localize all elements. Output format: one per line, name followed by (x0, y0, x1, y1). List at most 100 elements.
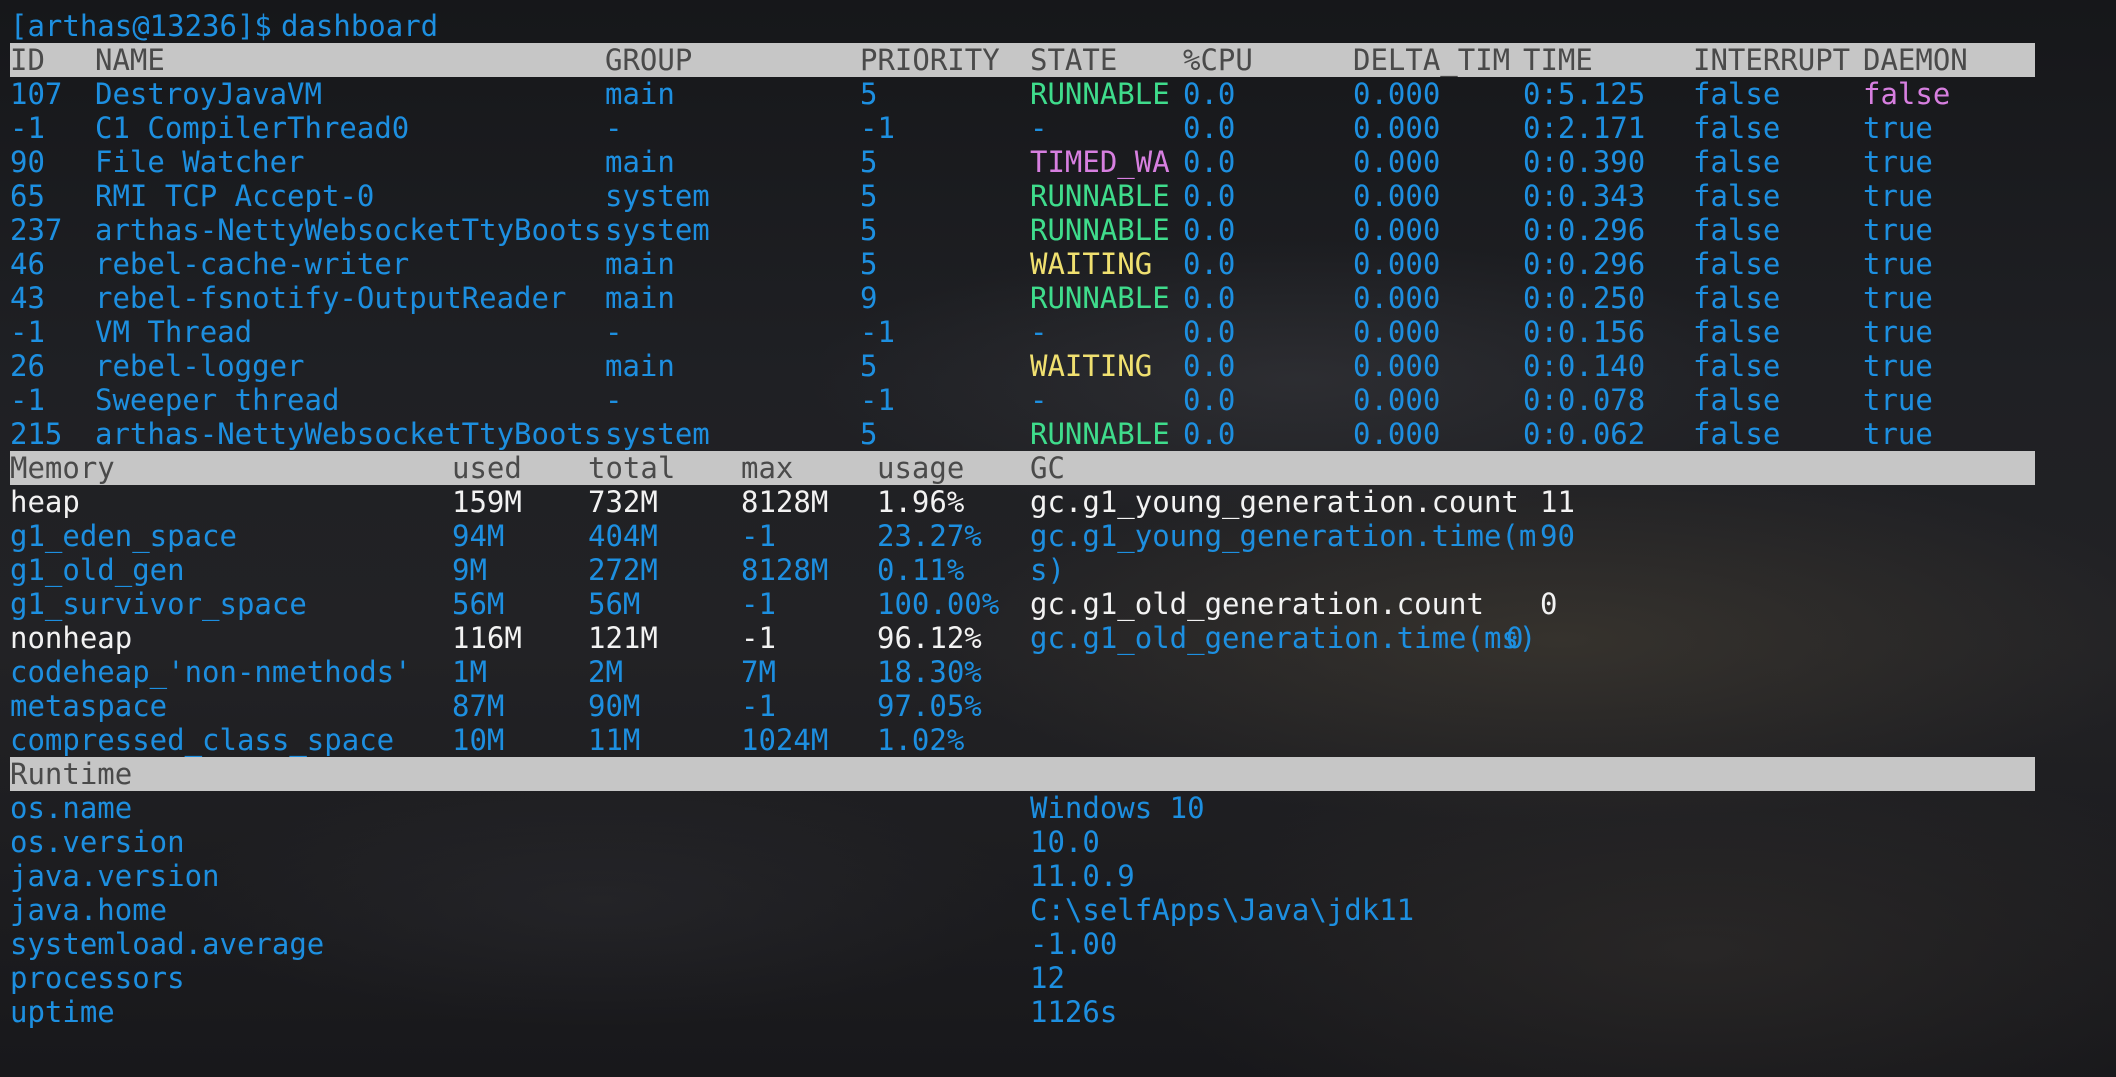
runtime-key: java.version (10, 859, 220, 893)
thread-priority: -1 (860, 383, 895, 417)
thread-row: 90 File Watcher main 5 TIMED_WA 0.0 0.000 0:0.3… (10, 145, 2035, 179)
thread-group: - (605, 315, 623, 349)
runtime-header: Runtime (10, 757, 133, 791)
memory-max: -1 (741, 689, 776, 723)
thread-id: 43 (10, 281, 45, 315)
thread-interrupt: false (1693, 179, 1781, 213)
runtime-value: Windows 10 (1030, 791, 1205, 825)
thread-interrupt: false (1693, 145, 1781, 179)
thread-time: 0:0.078 (1523, 383, 1646, 417)
memory-row: compressed_class_space 10M 11M 1024M 1.02% (10, 723, 2035, 757)
memory-used: 9M (452, 553, 487, 587)
gc-metric-name: gc.g1_old_generation.time(ms) (1030, 621, 1537, 655)
runtime-row: uptime 1126s (10, 995, 2035, 1029)
memory-usage: 18.30% (877, 655, 982, 689)
thread-name: VM Thread (95, 315, 253, 349)
thread-state: WAITING (1030, 349, 1153, 383)
gc-metric-value: 0 (1540, 587, 1558, 621)
thread-cpu: 0.0 (1183, 349, 1236, 383)
thread-daemon: true (1863, 349, 1933, 383)
thread-group: main (605, 247, 675, 281)
runtime-value: 1126s (1030, 995, 1118, 1029)
runtime-table-header: Runtime (10, 757, 2035, 791)
memory-usage: 0.11% (877, 553, 965, 587)
thread-header-cpu: %CPU (1183, 43, 1253, 77)
runtime-row: java.version 11.0.9 (10, 859, 2035, 893)
runtime-key: processors (10, 961, 185, 995)
thread-cpu: 0.0 (1183, 383, 1236, 417)
memory-total: 272M (588, 553, 658, 587)
thread-header-state: STATE (1030, 43, 1118, 77)
thread-priority: 5 (860, 145, 878, 179)
command-text: dashboard (281, 9, 439, 43)
gc-metric-value: 11 (1540, 485, 1575, 519)
shell-prompt: [arthas@13236]$ (10, 9, 272, 43)
thread-delta-time: 0.000 (1353, 315, 1441, 349)
gc-metric-name: gc.g1_young_generation.time(m (1030, 519, 1537, 553)
thread-delta-time: 0.000 (1353, 213, 1441, 247)
memory-row: heap 159M 732M 8128M 1.96% gc.g1_young_genera… (10, 485, 2035, 519)
thread-priority: 9 (860, 281, 878, 315)
thread-time: 0:0.062 (1523, 417, 1646, 451)
runtime-key: os.name (10, 791, 133, 825)
thread-state: RUNNABLE (1030, 77, 1170, 111)
thread-time: 0:0.140 (1523, 349, 1646, 383)
thread-delta-time: 0.000 (1353, 247, 1441, 281)
memory-header-used: used (452, 451, 522, 485)
thread-time: 0:2.171 (1523, 111, 1646, 145)
thread-group: main (605, 77, 675, 111)
thread-delta-time: 0.000 (1353, 281, 1441, 315)
thread-header-delta-time: DELTA_TIM (1353, 43, 1511, 77)
terminal-output: [arthas@13236]$ dashboard ID NAME GROUP PRI… (10, 9, 2035, 1029)
thread-daemon: true (1863, 417, 1933, 451)
thread-header-group: GROUP (605, 43, 693, 77)
memory-used: 94M (452, 519, 505, 553)
memory-header-total: total (588, 451, 676, 485)
memory-used: 10M (452, 723, 505, 757)
thread-state: RUNNABLE (1030, 417, 1170, 451)
thread-daemon: true (1863, 179, 1933, 213)
memory-name: g1_survivor_space (10, 587, 307, 621)
thread-state: WAITING (1030, 247, 1153, 281)
thread-time: 0:5.125 (1523, 77, 1646, 111)
thread-id: 107 (10, 77, 63, 111)
thread-delta-time: 0.000 (1353, 417, 1441, 451)
thread-time: 0:0.390 (1523, 145, 1646, 179)
runtime-row: os.version 10.0 (10, 825, 2035, 859)
thread-name: rebel-cache-writer (95, 247, 410, 281)
thread-row: 65 RMI TCP Accept-0 system 5 RUNNABLE 0.0 0.00… (10, 179, 2035, 213)
memory-used: 159M (452, 485, 522, 519)
memory-max: 8128M (741, 553, 829, 587)
thread-header-daemon: DAEMON (1863, 43, 1968, 77)
memory-usage: 96.12% (877, 621, 982, 655)
gc-metric-name: gc.g1_young_generation.count (1030, 485, 1519, 519)
runtime-value: 10.0 (1030, 825, 1100, 859)
thread-time: 0:0.156 (1523, 315, 1646, 349)
memory-max: 8128M (741, 485, 829, 519)
thread-state: - (1030, 383, 1048, 417)
thread-cpu: 0.0 (1183, 111, 1236, 145)
memory-table-header: Memory used total max usage GC (10, 451, 2035, 485)
memory-used: 56M (452, 587, 505, 621)
runtime-value: 12 (1030, 961, 1065, 995)
gc-metric-name: s) (1030, 553, 1065, 587)
thread-group: system (605, 213, 710, 247)
thread-group: - (605, 111, 623, 145)
thread-interrupt: false (1693, 383, 1781, 417)
thread-row: 46 rebel-cache-writer main 5 WAITING 0.0 0.000… (10, 247, 2035, 281)
thread-delta-time: 0.000 (1353, 383, 1441, 417)
thread-header-id: ID (10, 43, 45, 77)
thread-time: 0:0.296 (1523, 247, 1646, 281)
memory-row: g1_old_gen 9M 272M 8128M 0.11% s) (10, 553, 2035, 587)
thread-header-interrupt: INTERRUPT (1693, 43, 1851, 77)
thread-row: -1 VM Thread - -1 - 0.0 0.000 0:0.156 false true (10, 315, 2035, 349)
thread-delta-time: 0.000 (1353, 111, 1441, 145)
runtime-value: 11.0.9 (1030, 859, 1135, 893)
thread-row: 26 rebel-logger main 5 WAITING 0.0 0.000 0:0.14… (10, 349, 2035, 383)
thread-name: C1 CompilerThread0 (95, 111, 410, 145)
memory-row: g1_survivor_space 56M 56M -1 100.00% gc.g1_ol… (10, 587, 2035, 621)
memory-max: -1 (741, 587, 776, 621)
thread-delta-time: 0.000 (1353, 77, 1441, 111)
thread-cpu: 0.0 (1183, 145, 1236, 179)
memory-used: 116M (452, 621, 522, 655)
